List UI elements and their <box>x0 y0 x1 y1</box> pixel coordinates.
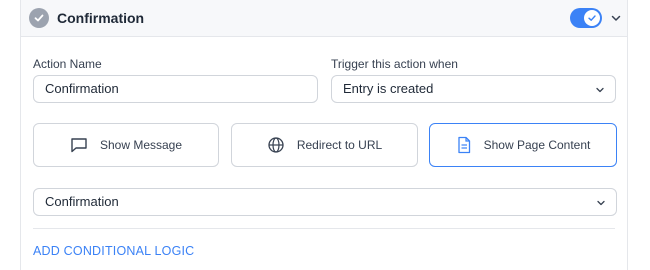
show-message-button[interactable]: Show Message <box>33 123 219 167</box>
section-divider <box>33 228 615 229</box>
show-page-content-label: Show Page Content <box>483 138 591 152</box>
toggle-check-icon <box>584 10 600 26</box>
page-select-value: Confirmation <box>45 194 119 209</box>
action-title: Confirmation <box>57 10 145 26</box>
chevron-down-icon <box>597 200 605 206</box>
action-name-input[interactable]: Confirmation <box>33 75 318 103</box>
show-message-label: Show Message <box>99 138 183 152</box>
document-icon <box>457 136 470 154</box>
chat-bubble-icon <box>71 138 87 153</box>
redirect-url-label: Redirect to URL <box>296 138 383 152</box>
collapse-chevron-icon[interactable] <box>610 12 622 24</box>
checkmark-icon <box>29 8 49 28</box>
globe-icon <box>268 137 284 153</box>
show-page-content-button[interactable]: Show Page Content <box>429 123 617 167</box>
trigger-select[interactable]: Entry is created <box>331 75 616 103</box>
page-select[interactable]: Confirmation <box>33 188 617 216</box>
action-name-label: Action Name <box>33 57 102 71</box>
add-conditional-logic-link[interactable]: ADD CONDITIONAL LOGIC <box>33 244 194 258</box>
redirect-url-button[interactable]: Redirect to URL <box>231 123 418 167</box>
enable-toggle[interactable] <box>570 8 602 28</box>
action-header[interactable]: Confirmation <box>20 0 628 37</box>
trigger-select-value: Entry is created <box>343 81 434 96</box>
trigger-label: Trigger this action when <box>331 57 458 71</box>
chevron-down-icon <box>596 87 604 93</box>
